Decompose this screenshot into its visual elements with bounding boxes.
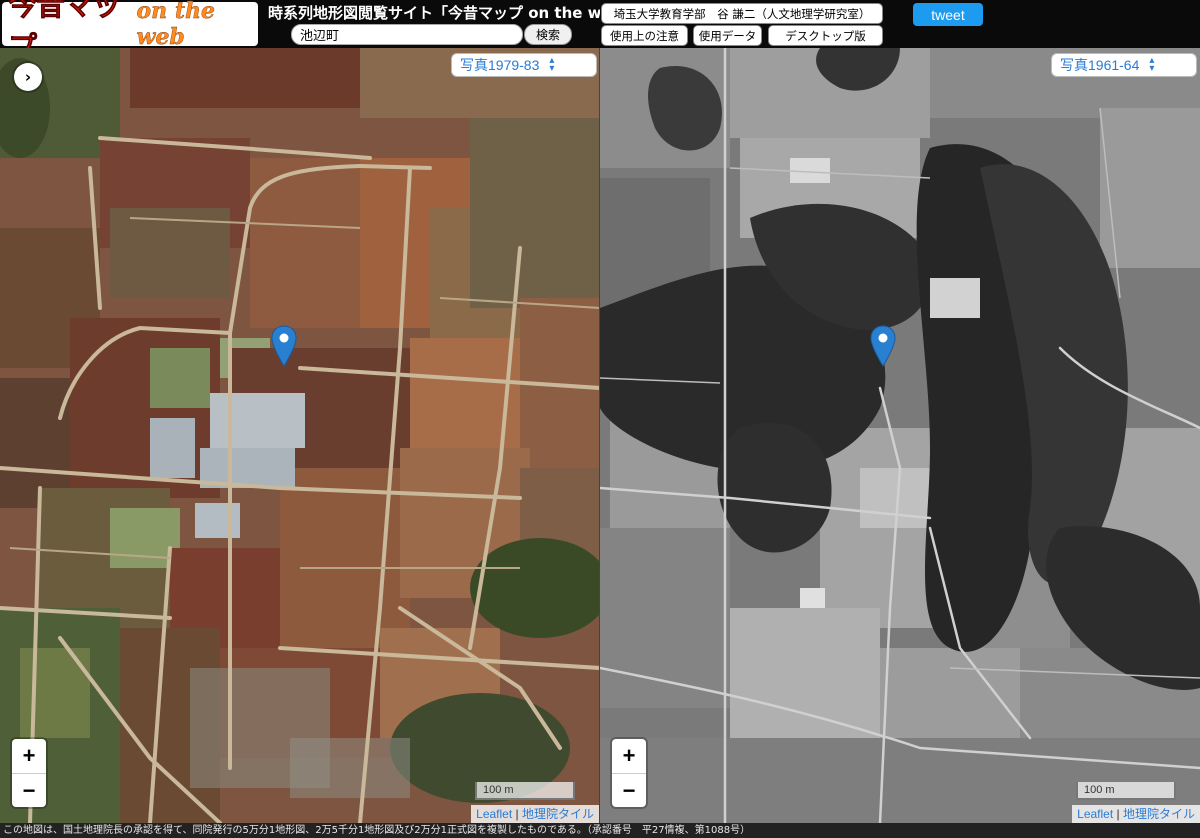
- copyright-footer: この地図は、国土地理院長の承認を得て、同院発行の5万分1地形図、2万5千分1地形…: [0, 823, 1200, 838]
- tweet-button[interactable]: tweet: [913, 3, 983, 26]
- attribution-separator: |: [1113, 807, 1123, 821]
- left-scale-bar: 100 m: [475, 782, 575, 800]
- leaflet-link[interactable]: Leaflet: [476, 807, 512, 821]
- gsi-tiles-link[interactable]: 地理院タイル: [1123, 807, 1195, 821]
- usage-notes-button[interactable]: 使用上の注意: [601, 25, 688, 46]
- right-era-select[interactable]: 写真1961-64 ▴ ▾: [1051, 53, 1197, 77]
- left-zoom-out-button[interactable]: −: [12, 773, 46, 807]
- left-era-select[interactable]: 写真1979-83 ▴ ▾: [451, 53, 597, 77]
- right-zoom-control: + −: [612, 739, 646, 807]
- left-zoom-control: + −: [12, 739, 46, 807]
- chevron-up-down-icon: ▴ ▾: [1149, 55, 1155, 74]
- right-attribution: Leaflet | 地理院タイル: [1072, 805, 1200, 823]
- app-logo[interactable]: 今昔マップ on the web: [2, 0, 258, 64]
- site-title: 時系列地形図閲覧サイト「今昔マップ on the web」: [268, 4, 600, 22]
- search-button[interactable]: 検索: [524, 24, 572, 45]
- left-attribution: Leaflet | 地理院タイル: [471, 805, 599, 823]
- data-used-button[interactable]: 使用データ: [693, 25, 762, 46]
- sidebar-toggle-button[interactable]: ›: [14, 63, 42, 91]
- right-aerial-photo: [600, 48, 1200, 823]
- attribution-separator: |: [512, 807, 522, 821]
- affiliation-link[interactable]: 埼玉大学教育学部 谷 謙二（人文地理学研究室）: [601, 3, 883, 24]
- right-zoom-out-button[interactable]: −: [612, 773, 646, 807]
- right-map-panel[interactable]: 写真1961-64 ▴ ▾ + − 100 m Leaflet | 地理院タイル: [600, 48, 1200, 823]
- map-marker-icon[interactable]: [870, 325, 896, 367]
- right-zoom-in-button[interactable]: +: [612, 739, 646, 773]
- logo-sub-text: on the web: [136, 0, 215, 50]
- search-input[interactable]: [291, 24, 523, 45]
- chevron-right-icon: ›: [24, 68, 32, 86]
- chevron-up-down-icon: ▴ ▾: [549, 55, 555, 74]
- leaflet-link[interactable]: Leaflet: [1077, 807, 1113, 821]
- left-map-panel[interactable]: 写真1979-83 ▴ ▾ › + − 100 m Leaflet | 地理院タイ…: [0, 48, 599, 823]
- left-era-label: 写真1979-83: [460, 57, 540, 73]
- left-zoom-in-button[interactable]: +: [12, 739, 46, 773]
- map-marker-icon[interactable]: [271, 325, 297, 367]
- app-header: 今昔マップ on the web 時系列地形図閲覧サイト「今昔マップ on th…: [0, 0, 1200, 64]
- gsi-tiles-link[interactable]: 地理院タイル: [522, 807, 594, 821]
- right-scale-bar: 100 m: [1076, 782, 1176, 800]
- desktop-version-button[interactable]: デスクトップ版: [768, 25, 883, 46]
- right-era-label: 写真1961-64: [1060, 57, 1140, 73]
- left-aerial-photo: [0, 48, 599, 823]
